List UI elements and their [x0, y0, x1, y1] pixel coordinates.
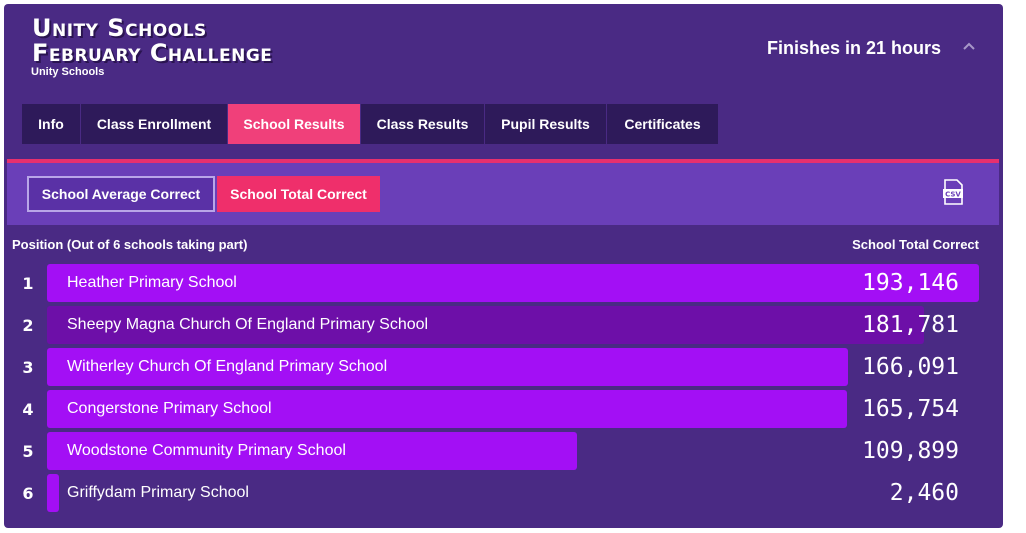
row-position: 2 — [22, 315, 34, 335]
school-name: Woodstone Community Primary School — [67, 442, 346, 459]
school-average-button[interactable]: School Average Correct — [27, 176, 215, 212]
result-row: 4 Congerstone Primary School 165,754 — [4, 388, 1003, 430]
tab-class-results[interactable]: Class Results — [361, 104, 484, 144]
tab-class-enrollment[interactable]: Class Enrollment — [81, 104, 227, 144]
challenge-panel: Unity Schools February Challenge Unity S… — [4, 4, 1003, 528]
tab-info[interactable]: Info — [22, 104, 80, 144]
result-row: 1 Heather Primary School 193,146 — [4, 262, 1003, 304]
finish-countdown: Finishes in 21 hours — [767, 38, 942, 58]
school-score: 109,899 — [862, 438, 959, 464]
result-row: 5 Woodstone Community Primary School 109… — [4, 430, 1003, 472]
tab-pupil-results[interactable]: Pupil Results — [485, 104, 606, 144]
csv-download-icon[interactable]: CSV — [942, 179, 964, 205]
title-line-2: February Challenge — [32, 39, 273, 67]
school-name: Heather Primary School — [67, 274, 237, 291]
school-score: 166,091 — [862, 354, 959, 380]
school-score: 165,754 — [862, 396, 959, 422]
organisation-subtitle: Unity Schools — [31, 66, 105, 78]
school-name: Congerstone Primary School — [67, 400, 272, 417]
row-position: 4 — [22, 399, 34, 419]
challenge-title: Unity Schools February Challenge — [32, 16, 272, 66]
score-bar — [47, 474, 59, 512]
result-row: 3 Witherley Church Of England Primary Sc… — [4, 346, 1003, 388]
title-line-1: Unity Schools — [32, 14, 207, 42]
tab-school-results[interactable]: School Results — [228, 104, 360, 144]
total-column-header: School Total Correct — [852, 237, 979, 252]
result-row: 2 Sheepy Magna Church Of England Primary… — [4, 304, 1003, 346]
results-toolbar: School Average Correct School Total Corr… — [7, 163, 999, 225]
row-position: 6 — [22, 483, 34, 503]
chevron-up-icon[interactable] — [962, 38, 976, 56]
school-total-button[interactable]: School Total Correct — [217, 176, 380, 212]
school-name: Witherley Church Of England Primary Scho… — [67, 358, 388, 375]
results-list: 1 Heather Primary School 193,146 2 Sheep… — [4, 262, 1003, 514]
school-name: Griffydam Primary School — [67, 484, 249, 501]
row-position: 5 — [22, 441, 34, 461]
school-score: 2,460 — [889, 480, 959, 506]
school-score: 193,146 — [862, 270, 959, 296]
row-position: 3 — [22, 357, 34, 377]
school-score: 181,781 — [862, 312, 959, 338]
tab-bar: Info Class Enrollment School Results Cla… — [22, 104, 719, 144]
csv-icon-label: CSV — [945, 191, 961, 199]
result-row: 6 Griffydam Primary School 2,460 — [4, 472, 1003, 514]
position-column-header: Position (Out of 6 schools taking part) — [12, 237, 248, 252]
tab-certificates[interactable]: Certificates — [607, 104, 718, 144]
row-position: 1 — [22, 273, 34, 293]
school-name: Sheepy Magna Church Of England Primary S… — [67, 316, 429, 333]
